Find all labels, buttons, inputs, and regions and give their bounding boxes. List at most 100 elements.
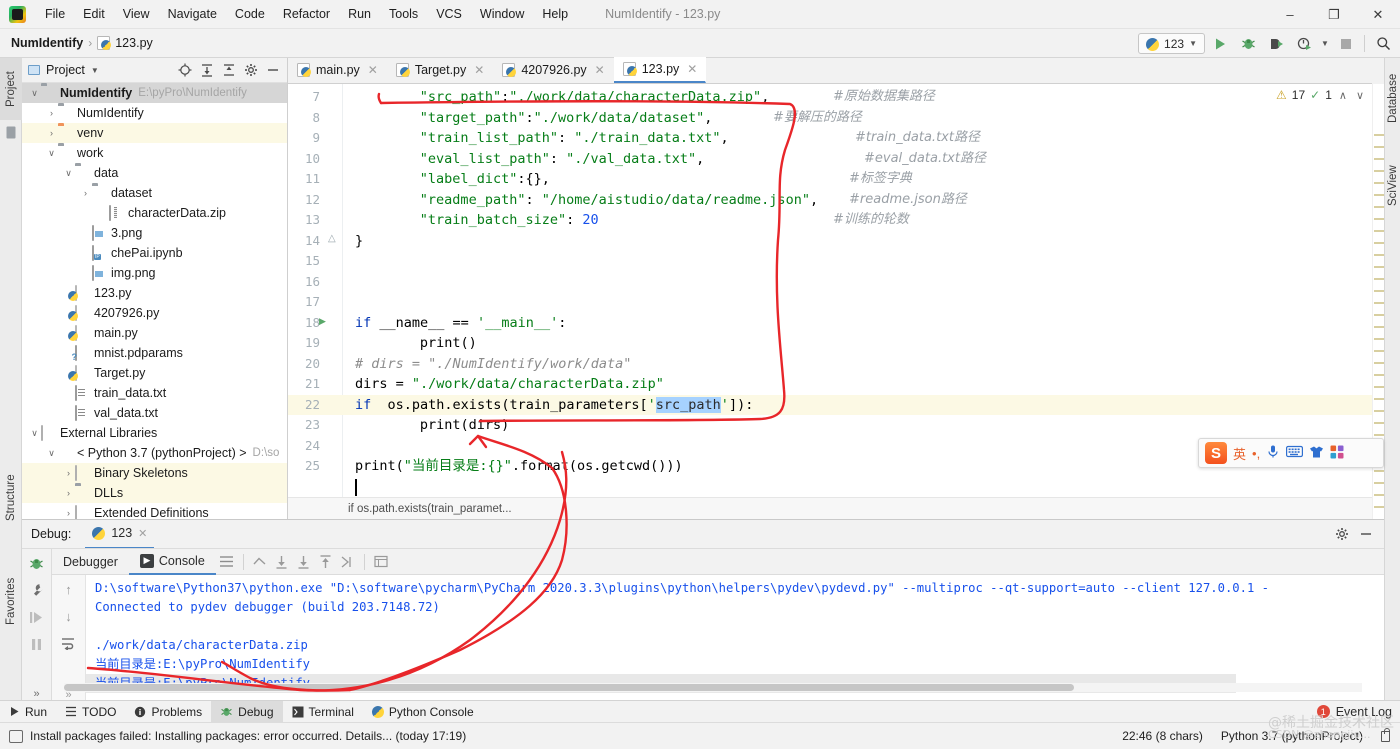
tree-item-mnist-pdparams[interactable]: mnist.pdparams: [22, 343, 287, 363]
code-fold-icon[interactable]: △: [328, 233, 336, 244]
scrollbar-thumb[interactable]: [64, 684, 1074, 691]
event-log-area[interactable]: 1 Event Log: [1316, 705, 1400, 719]
code-comment[interactable]: #原始数据集路径: [833, 87, 935, 108]
code-comment[interactable]: #eval_data.txt路径: [864, 149, 986, 170]
tree-item-work[interactable]: ∨ work: [22, 143, 287, 163]
run-line-marker-icon[interactable]: ▶: [319, 316, 326, 327]
notification-icon[interactable]: [9, 729, 23, 743]
code-line[interactable]: dirs = "./work/data/characterData.zip": [355, 374, 664, 395]
expand-all-icon[interactable]: [197, 60, 217, 80]
code-line[interactable]: "readme_path": "/home/aistudio/data/read…: [420, 190, 818, 211]
tree-expand-arrow[interactable]: ∨: [62, 168, 75, 179]
code-line[interactable]: "label_dict":{},: [420, 169, 550, 190]
profile-dropdown-icon[interactable]: ▼: [1319, 32, 1331, 56]
tree-item-dlls[interactable]: › DLLs: [22, 483, 287, 503]
code-line[interactable]: print("当前目录是:{}".format(os.getcwd())): [355, 456, 683, 477]
tree-item-characterdata-zip[interactable]: characterData.zip: [22, 203, 287, 223]
inspection-widget[interactable]: ⚠ 17 ✓ 1 ∧ ∨: [1276, 88, 1366, 102]
code-line[interactable]: # dirs = "./NumIdentify/work/data": [355, 354, 631, 375]
tree-item-external-libraries[interactable]: ∨ External Libraries: [22, 423, 287, 443]
tree-item-numidentify[interactable]: › NumIdentify: [22, 103, 287, 123]
run-configuration-selector[interactable]: 123 ▼: [1138, 33, 1205, 54]
code-comment[interactable]: #标签字典: [849, 169, 912, 190]
code-line[interactable]: "train_batch_size": 20: [420, 210, 599, 231]
resume-program-icon[interactable]: [26, 607, 48, 627]
ime-language-toggle[interactable]: 英: [1233, 444, 1246, 463]
code-line[interactable]: }: [355, 231, 363, 252]
console-line[interactable]: Connected to pydev debugger (build 203.7…: [95, 598, 440, 617]
mic-icon[interactable]: [1266, 444, 1280, 462]
tree-item-numidentify[interactable]: ∨ NumIdentify E:\pyPro\NumIdentify: [22, 83, 287, 103]
lock-icon[interactable]: [1381, 727, 1390, 742]
editor-tab-main-py[interactable]: main.py ✕: [288, 57, 387, 83]
sidebar-item-database[interactable]: Database: [1385, 60, 1400, 136]
code-comment[interactable]: #train_data.txt路径: [855, 128, 980, 149]
code-comment[interactable]: #要解压的路径: [773, 108, 862, 129]
menu-item-refactor[interactable]: Refactor: [274, 3, 339, 25]
tree-item-data[interactable]: ∨ data: [22, 163, 287, 183]
soft-wrap-icon[interactable]: [249, 551, 271, 573]
close-icon[interactable]: ✕: [687, 62, 697, 76]
tool-window-debug[interactable]: Debug: [211, 700, 283, 723]
console-line[interactable]: D:\software\Python37\python.exe "D:\soft…: [95, 579, 1269, 598]
close-button[interactable]: ✕: [1356, 0, 1400, 29]
sidebar-item-project[interactable]: Project: [0, 58, 22, 120]
breadcrumb-file[interactable]: 123.py: [115, 36, 153, 50]
code-line[interactable]: "src_path":"./work/data/characterData.zi…: [420, 87, 770, 108]
search-icon[interactable]: [1370, 32, 1396, 56]
code-line[interactable]: if os.path.exists(train_parameters['src_…: [355, 395, 753, 416]
tree-item-3-png[interactable]: 3.png: [22, 223, 287, 243]
tree-item-venv[interactable]: › venv: [22, 123, 287, 143]
tree-item-chepai-ipynb[interactable]: chePai.ipynb: [22, 243, 287, 263]
menu-item-help[interactable]: Help: [533, 3, 577, 25]
tree-item-extended-definitions[interactable]: › Extended Definitions: [22, 503, 287, 519]
sogou-logo-icon[interactable]: S: [1205, 442, 1227, 464]
scroll-up-icon[interactable]: [315, 551, 337, 573]
code-line[interactable]: "train_list_path": "./train_data.txt",: [420, 128, 729, 149]
code-comment[interactable]: #readme.json路径: [849, 190, 967, 211]
menu-item-tools[interactable]: Tools: [380, 3, 427, 25]
minimize-button[interactable]: –: [1268, 0, 1312, 29]
print-icon[interactable]: [370, 551, 392, 573]
project-tree[interactable]: ∨ NumIdentify E:\pyPro\NumIdentify › NumIden…: [22, 83, 287, 519]
tree-expand-arrow[interactable]: ›: [62, 488, 75, 498]
tool-window-python-console[interactable]: Python Console: [363, 701, 483, 723]
pause-program-icon[interactable]: [26, 634, 48, 654]
gear-icon[interactable]: [241, 60, 261, 80]
menu-item-run[interactable]: Run: [339, 3, 380, 25]
tree-item-python-3-7-pythonproject[interactable]: ∨ < Python 3.7 (pythonProject) > D:\so: [22, 443, 287, 463]
code-line[interactable]: "eval_list_path": "./val_data.txt",: [420, 149, 705, 170]
up-arrow-icon[interactable]: ↑: [58, 580, 80, 598]
sidebar-item-favorites[interactable]: Favorites: [0, 558, 22, 644]
menu-item-code[interactable]: Code: [226, 3, 274, 25]
tree-item-img-png[interactable]: img.png: [22, 263, 287, 283]
status-message[interactable]: Install packages failed: Installing pack…: [30, 729, 466, 743]
tab-debugger[interactable]: Debugger: [52, 549, 129, 575]
tree-item-dataset[interactable]: › dataset: [22, 183, 287, 203]
next-problem-icon[interactable]: ∨: [1354, 89, 1366, 102]
scroll-from-source-icon[interactable]: [175, 60, 195, 80]
tool-window-run[interactable]: Run: [0, 701, 56, 723]
sidebar-item-structure[interactable]: Structure: [0, 458, 22, 538]
soft-wrap-toggle-icon[interactable]: [58, 634, 80, 652]
tool-window-problems[interactable]: Problems: [125, 701, 211, 723]
console-line[interactable]: ./work/data/characterData.zip: [95, 636, 308, 655]
console-horizontal-scrollbar[interactable]: [64, 683, 1362, 692]
tree-item-binary-skeletons[interactable]: › Binary Skeletons: [22, 463, 287, 483]
tree-expand-arrow[interactable]: ›: [62, 468, 75, 478]
python-interpreter[interactable]: Python 3.7 (pythonProject): [1221, 729, 1363, 743]
tree-item-train-data-txt[interactable]: train_data.txt: [22, 383, 287, 403]
code-line[interactable]: if __name__ == '__main__':: [355, 313, 566, 334]
editor-breadcrumb[interactable]: if os.path.exists(train_paramet...: [288, 497, 1372, 519]
stop-button[interactable]: [1333, 32, 1359, 56]
code-line[interactable]: print(): [387, 333, 477, 354]
gear-icon[interactable]: [1332, 524, 1352, 544]
tool-window-todo[interactable]: TODO: [56, 701, 125, 723]
tree-item-123-py[interactable]: 123.py: [22, 283, 287, 303]
menu-item-edit[interactable]: Edit: [74, 3, 114, 25]
hide-panel-icon[interactable]: [1356, 524, 1376, 544]
console-line[interactable]: 当前目录是:E:\pyPro\NumIdentify: [95, 655, 310, 674]
debug-button[interactable]: [1235, 32, 1261, 56]
hide-panel-icon[interactable]: [263, 60, 283, 80]
bug-icon[interactable]: [26, 553, 48, 573]
